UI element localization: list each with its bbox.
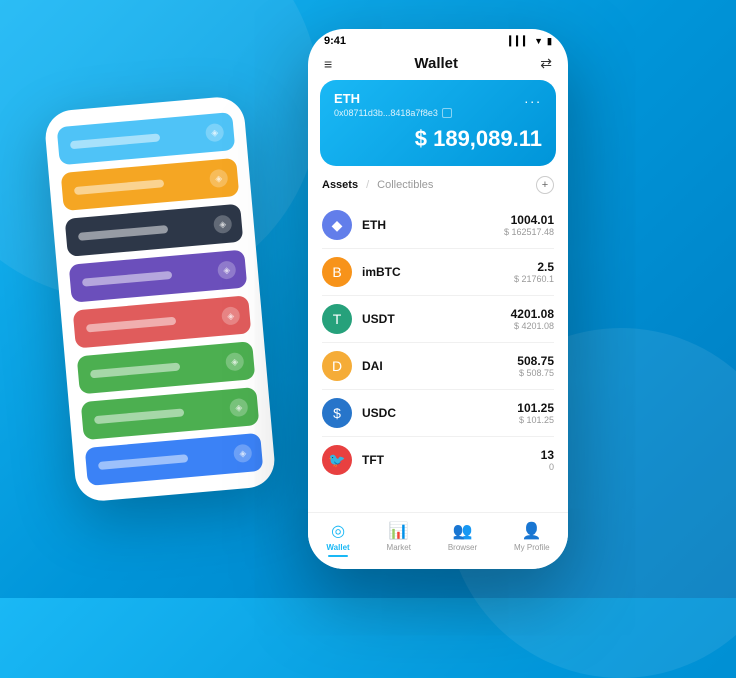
token-usd-imbtc: $ 21760.1 [514, 274, 554, 284]
menu-icon[interactable]: ≡ [324, 56, 332, 72]
back-phone: ◈◈◈◈◈◈◈◈ [43, 95, 276, 503]
eth-card-more[interactable]: ... [524, 90, 542, 106]
wifi-icon: ▼ [534, 36, 543, 46]
token-amounts-usdt: 4201.08$ 4201.08 [511, 307, 554, 331]
token-name-usdc: USDC [362, 406, 517, 420]
bottom-nav: ◎ Wallet 📊 Market 👥 Browser 👤 My Profile [308, 512, 568, 569]
signal-icon: ▎▎▎ [509, 36, 530, 47]
nav-profile-icon: 👤 [522, 521, 542, 541]
nav-item-market[interactable]: 📊 Market [387, 521, 411, 557]
token-usd-eth: $ 162517.48 [504, 227, 554, 237]
token-name-tft: TFT [362, 453, 541, 467]
nav-item-browser[interactable]: 👥 Browser [448, 521, 477, 557]
nav-item-wallet[interactable]: ◎ Wallet [326, 521, 349, 557]
usdc-icon: $ [322, 398, 352, 428]
eth-icon: ◆ [322, 210, 352, 240]
tab-collectibles[interactable]: Collectibles [377, 179, 433, 191]
assets-tabs: Assets / Collectibles [322, 179, 433, 191]
back-row-5: ◈ [77, 341, 256, 394]
token-usd-usdt: $ 4201.08 [511, 321, 554, 331]
token-row-tft[interactable]: 🐦 TFT130 [322, 437, 554, 483]
back-row-4: ◈ [73, 295, 252, 348]
token-row-eth[interactable]: ◆ ETH1004.01$ 162517.48 [322, 202, 554, 249]
add-asset-button[interactable]: + [536, 176, 554, 194]
back-row-7: ◈ [85, 433, 264, 486]
token-amounts-usdc: 101.25$ 101.25 [517, 401, 554, 425]
token-name-usdt: USDT [362, 312, 511, 326]
token-amount-imbtc: 2.5 [514, 260, 554, 274]
nav-market-label: Market [387, 543, 411, 552]
tab-separator: / [366, 179, 369, 191]
token-amounts-tft: 130 [541, 448, 554, 472]
tft-icon: 🐦 [322, 445, 352, 475]
token-row-usdt[interactable]: T USDT4201.08$ 4201.08 [322, 296, 554, 343]
token-usd-usdc: $ 101.25 [517, 415, 554, 425]
token-usd-dai: $ 508.75 [517, 368, 554, 378]
eth-balance: $ 189,089.11 [334, 126, 542, 152]
phone-header: ≡ Wallet ⇄ [308, 51, 568, 80]
token-amounts-imbtc: 2.5$ 21760.1 [514, 260, 554, 284]
token-row-dai[interactable]: D DAI508.75$ 508.75 [322, 343, 554, 390]
token-name-imbtc: imBTC [362, 265, 514, 279]
battery-icon: ▮ [547, 36, 552, 47]
token-name-dai: DAI [362, 359, 517, 373]
status-icons: ▎▎▎ ▼ ▮ [509, 36, 552, 47]
back-row-0: ◈ [57, 112, 236, 165]
nav-market-icon: 📊 [389, 521, 409, 541]
front-phone: 9:41 ▎▎▎ ▼ ▮ ≡ Wallet ⇄ ETH ... 0x08711d… [308, 29, 568, 569]
back-row-2: ◈ [65, 204, 244, 257]
token-amount-usdt: 4201.08 [511, 307, 554, 321]
token-name-eth: ETH [362, 218, 504, 232]
imbtc-icon: B [322, 257, 352, 287]
token-amount-usdc: 101.25 [517, 401, 554, 415]
copy-address-icon[interactable] [442, 108, 452, 118]
status-time: 9:41 [324, 35, 346, 47]
swap-icon[interactable]: ⇄ [540, 55, 552, 72]
tab-assets[interactable]: Assets [322, 179, 358, 191]
token-usd-tft: 0 [541, 462, 554, 472]
dai-icon: D [322, 351, 352, 381]
eth-card: ETH ... 0x08711d3b...8418a7f8e3 $ 189,08… [320, 80, 556, 166]
status-bar: 9:41 ▎▎▎ ▼ ▮ [308, 29, 568, 51]
eth-card-label: ETH [334, 91, 360, 106]
nav-wallet-icon: ◎ [331, 521, 345, 541]
token-row-imbtc[interactable]: BimBTC2.5$ 21760.1 [322, 249, 554, 296]
nav-profile-label: My Profile [514, 543, 550, 552]
back-row-6: ◈ [81, 387, 260, 440]
assets-header: Assets / Collectibles + [308, 176, 568, 202]
nav-browser-icon: 👥 [453, 521, 473, 541]
token-amounts-eth: 1004.01$ 162517.48 [504, 213, 554, 237]
token-amount-dai: 508.75 [517, 354, 554, 368]
back-row-1: ◈ [61, 158, 240, 211]
nav-item-profile[interactable]: 👤 My Profile [514, 521, 550, 557]
token-list: ◆ ETH1004.01$ 162517.48 BimBTC2.5$ 21760.1… [308, 202, 568, 483]
token-amount-eth: 1004.01 [504, 213, 554, 227]
nav-active-indicator [328, 555, 348, 557]
nav-wallet-label: Wallet [326, 543, 349, 552]
nav-browser-label: Browser [448, 543, 477, 552]
token-amounts-dai: 508.75$ 508.75 [517, 354, 554, 378]
usdt-icon: T [322, 304, 352, 334]
token-row-usdc[interactable]: $ USDC101.25$ 101.25 [322, 390, 554, 437]
page-title: Wallet [414, 55, 458, 72]
token-amount-tft: 13 [541, 448, 554, 462]
back-row-3: ◈ [69, 249, 248, 302]
eth-address: 0x08711d3b...8418a7f8e3 [334, 108, 542, 118]
